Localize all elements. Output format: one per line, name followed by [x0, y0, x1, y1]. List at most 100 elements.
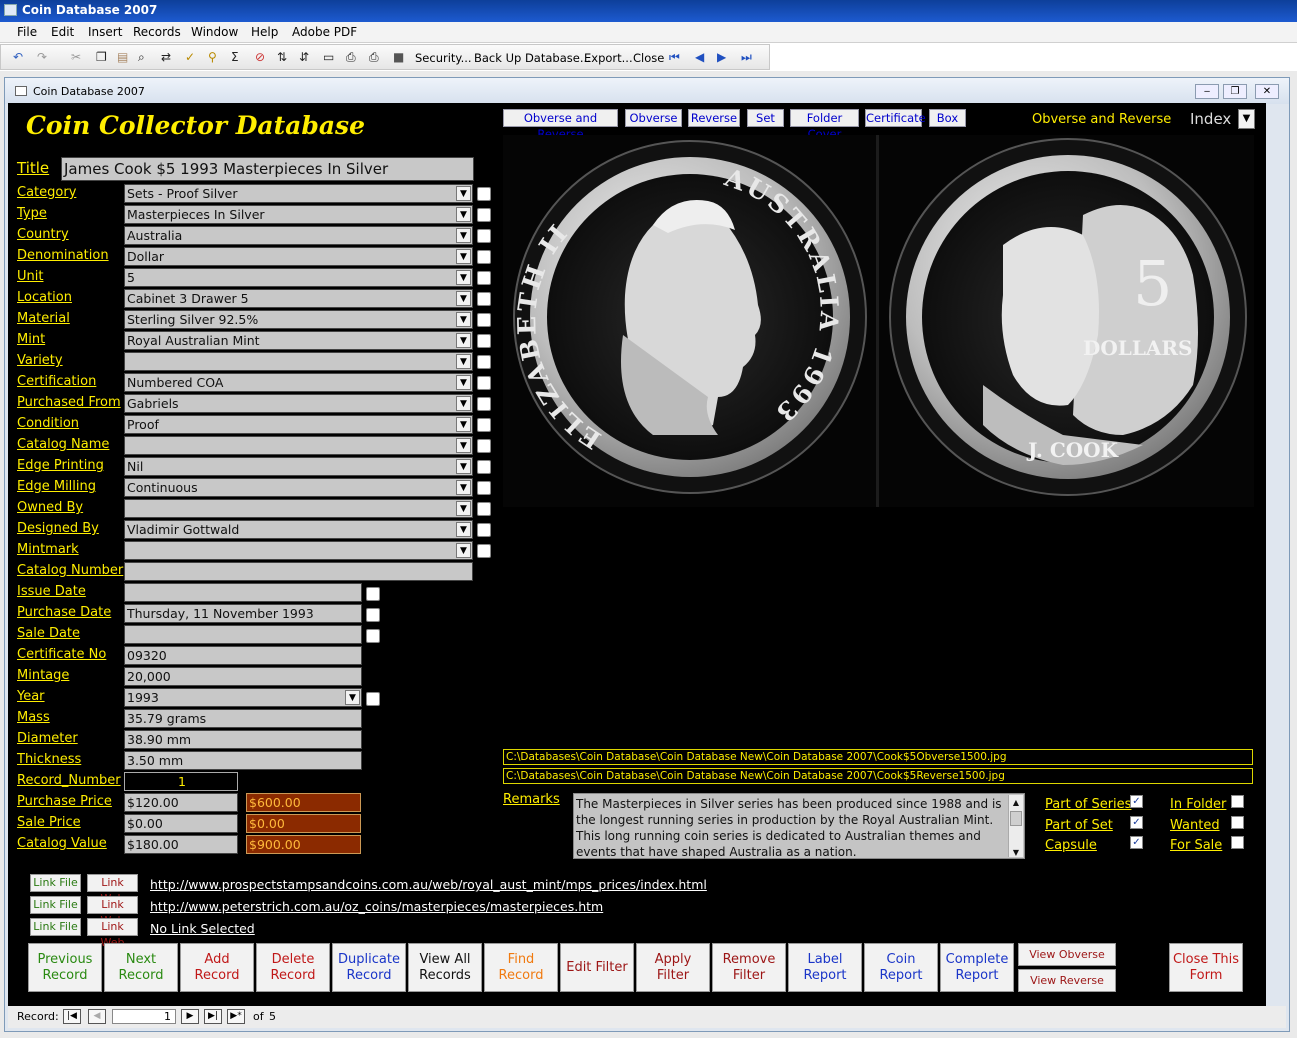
- certification-label[interactable]: Certification: [17, 374, 96, 389]
- designed-by-checkbox[interactable]: [477, 523, 491, 537]
- record-number-label[interactable]: Record_Number: [17, 773, 121, 788]
- catalog-value-field[interactable]: $180.00: [124, 835, 238, 854]
- coin-report-button[interactable]: Coin Report: [864, 943, 938, 992]
- issue-date-checkbox[interactable]: [366, 587, 380, 601]
- print-icon[interactable]: ⎙: [369, 50, 379, 65]
- tab-certificate[interactable]: Certificate: [865, 109, 926, 127]
- category-dropdown-icon[interactable]: ▼: [456, 186, 471, 201]
- category-field[interactable]: Sets - Proof Silver ▼: [124, 184, 473, 203]
- purchased-from-dropdown-icon[interactable]: ▼: [456, 396, 471, 411]
- material-dropdown-icon[interactable]: ▼: [456, 312, 471, 327]
- tab-set[interactable]: Set: [747, 109, 784, 127]
- thickness-label[interactable]: Thickness: [17, 752, 81, 767]
- tab-obverse-and-reverse[interactable]: Obverse and Reverse: [503, 109, 618, 141]
- edge-printing-label[interactable]: Edge Printing: [17, 458, 104, 473]
- sort-ascending-icon[interactable]: ⇅: [277, 50, 287, 64]
- sale-date-checkbox[interactable]: [366, 629, 380, 643]
- year-label[interactable]: Year: [17, 689, 45, 704]
- duplicate-record-button[interactable]: Duplicate Record: [332, 943, 406, 992]
- thickness-field[interactable]: 3.50 mm: [124, 751, 362, 770]
- country-field[interactable]: Australia ▼: [124, 226, 473, 245]
- edge-printing-field[interactable]: Nil ▼: [124, 457, 473, 476]
- condition-checkbox[interactable]: [477, 418, 491, 432]
- year-field[interactable]: 1993 ▼: [124, 688, 362, 707]
- part-of-set-label[interactable]: Part of Set: [1045, 818, 1113, 833]
- purchase-price-label[interactable]: Purchase Price: [17, 794, 112, 809]
- type-field[interactable]: Masterpieces In Silver ▼: [124, 205, 473, 224]
- scroll-down-icon[interactable]: ▼: [1009, 845, 1023, 857]
- designed-by-label[interactable]: Designed By: [17, 521, 99, 536]
- link-url-1[interactable]: http://www.prospectstampsandcoins.com.au…: [150, 877, 707, 892]
- unit-field[interactable]: 5 ▼: [124, 268, 473, 287]
- capsule-label[interactable]: Capsule: [1045, 838, 1097, 853]
- view-all-records-button[interactable]: View All Records: [408, 943, 482, 992]
- mint-field[interactable]: Royal Australian Mint ▼: [124, 331, 473, 350]
- location-field[interactable]: Cabinet 3 Drawer 5 ▼: [124, 289, 473, 308]
- link-file-button-2[interactable]: Link File: [30, 896, 81, 914]
- wanted-label[interactable]: Wanted: [1170, 818, 1220, 833]
- mintage-field[interactable]: 20,000: [124, 667, 362, 686]
- denomination-checkbox[interactable]: [477, 250, 491, 264]
- complete-report-button[interactable]: Complete Report: [940, 943, 1014, 992]
- next-record-nav-icon[interactable]: ▶: [181, 1009, 199, 1024]
- edit-filter-button[interactable]: Edit Filter: [560, 943, 634, 992]
- denomination-field[interactable]: Dollar ▼: [124, 247, 473, 266]
- edge-milling-dropdown-icon[interactable]: ▼: [456, 480, 471, 495]
- catalog-name-checkbox[interactable]: [477, 439, 491, 453]
- unit-dropdown-icon[interactable]: ▼: [456, 270, 471, 285]
- backup-database-button[interactable]: Back Up Database...: [474, 51, 591, 65]
- sale-date-label[interactable]: Sale Date: [17, 626, 80, 641]
- last-record-icon[interactable]: ⏭: [741, 50, 752, 65]
- material-checkbox[interactable]: [477, 313, 491, 327]
- cut-icon[interactable]: ✂: [71, 50, 81, 64]
- year-checkbox[interactable]: [366, 692, 380, 706]
- sum-icon[interactable]: Σ: [231, 50, 239, 64]
- mint-label[interactable]: Mint: [17, 332, 45, 347]
- certificate-no-field[interactable]: 09320: [124, 646, 362, 665]
- index-dropdown[interactable]: ▼: [1238, 109, 1255, 129]
- link-url-3[interactable]: No Link Selected: [150, 921, 255, 936]
- unit-label[interactable]: Unit: [17, 269, 43, 284]
- catalog-name-label[interactable]: Catalog Name: [17, 437, 109, 452]
- material-field[interactable]: Sterling Silver 92.5% ▼: [124, 310, 473, 329]
- certificate-no-label[interactable]: Certificate No: [17, 647, 106, 662]
- label-report-button[interactable]: Label Report: [788, 943, 862, 992]
- menu-edit[interactable]: Edit: [51, 25, 74, 39]
- certification-dropdown-icon[interactable]: ▼: [456, 375, 471, 390]
- export-button[interactable]: Export...: [584, 51, 633, 65]
- edge-milling-checkbox[interactable]: [477, 481, 491, 495]
- condition-label[interactable]: Condition: [17, 416, 79, 431]
- variety-field[interactable]: ▼: [124, 352, 473, 371]
- issue-date-label[interactable]: Issue Date: [17, 584, 86, 599]
- catalog-number-field[interactable]: [124, 562, 473, 581]
- tab-obverse[interactable]: Obverse: [625, 109, 682, 127]
- obverse-image-path[interactable]: C:\Databases\Coin Database\Coin Database…: [503, 749, 1253, 765]
- sort-descending-icon[interactable]: ⇵: [299, 50, 309, 64]
- tab-folder-cover[interactable]: Folder Cover: [790, 109, 859, 141]
- country-label[interactable]: Country: [17, 227, 69, 242]
- remarks-label[interactable]: Remarks: [503, 792, 560, 807]
- view-reverse-button[interactable]: View Reverse: [1018, 969, 1116, 992]
- location-checkbox[interactable]: [477, 292, 491, 306]
- scroll-thumb[interactable]: [1010, 811, 1022, 826]
- part-of-series-label[interactable]: Part of Series: [1045, 797, 1131, 812]
- sale-price-field[interactable]: $0.00: [124, 814, 238, 833]
- wanted-checkbox[interactable]: [1231, 815, 1244, 829]
- previous-record-button[interactable]: Previous Record: [28, 943, 102, 992]
- delete-record-button[interactable]: Delete Record: [256, 943, 330, 992]
- add-record-button[interactable]: Add Record: [180, 943, 254, 992]
- variety-checkbox[interactable]: [477, 355, 491, 369]
- close-button[interactable]: Close: [633, 51, 664, 65]
- designed-by-field[interactable]: Vladimir Gottwald ▼: [124, 520, 473, 539]
- purchase-price-field[interactable]: $120.00: [124, 793, 238, 812]
- catalog-name-field[interactable]: ▼: [124, 436, 473, 455]
- mint-checkbox[interactable]: [477, 334, 491, 348]
- paste-icon[interactable]: ▤: [117, 50, 128, 64]
- designed-by-dropdown-icon[interactable]: ▼: [456, 522, 471, 537]
- mintmark-field[interactable]: ▼: [124, 541, 473, 560]
- edge-milling-label[interactable]: Edge Milling: [17, 479, 96, 494]
- part-of-series-checkbox[interactable]: ✓: [1130, 795, 1143, 808]
- filter-icon[interactable]: ⚲: [208, 50, 217, 64]
- apply-filter-button[interactable]: Apply Filter: [636, 943, 710, 992]
- owned-by-dropdown-icon[interactable]: ▼: [456, 501, 471, 516]
